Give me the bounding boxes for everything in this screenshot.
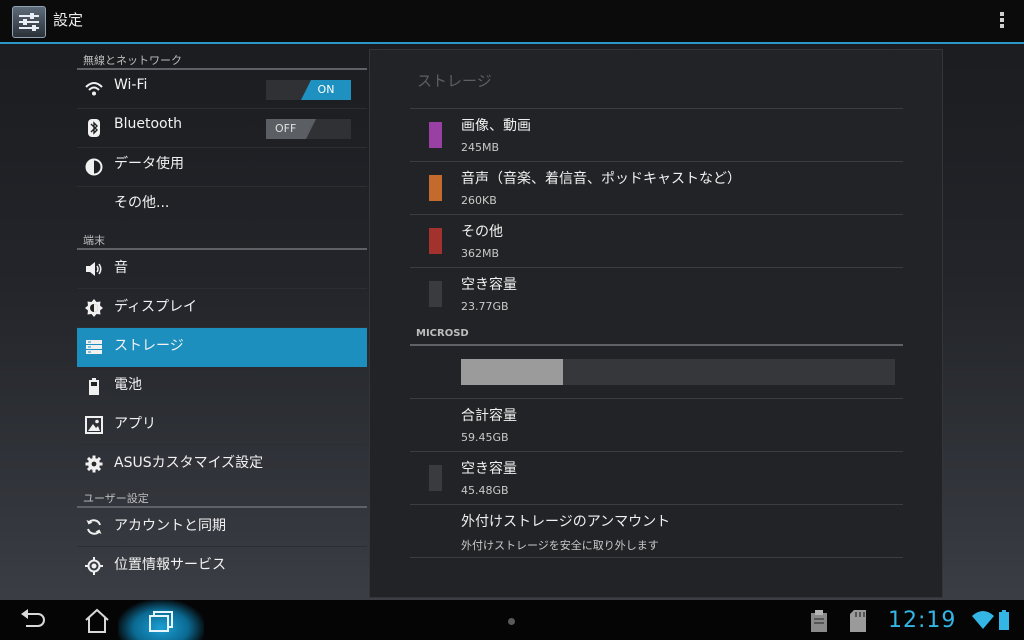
sidebar-item-label: アカウントと同期 [114, 518, 226, 534]
unmount-description: 外付けストレージを安全に取り外します [461, 539, 659, 552]
storage-row-sd-free: 空き容量 45.48GB [410, 452, 903, 505]
sidebar-item-label: その他... [114, 195, 170, 211]
sidebar-item-asus-customize[interactable]: ASUSカスタマイズ設定 [77, 445, 367, 484]
sidebar-item-bluetooth[interactable]: Bluetooth OFF [77, 109, 367, 148]
wifi-toggle[interactable]: ON [266, 80, 351, 100]
storage-row-value: 23.77GB [461, 300, 509, 313]
storage-row-value: 260KB [461, 194, 497, 207]
sidebar-item-storage[interactable]: ストレージ [77, 328, 367, 367]
wifi-icon [85, 82, 103, 96]
unmount-sd-button[interactable]: 外付けストレージのアンマウント 外付けストレージを安全に取り外します [410, 505, 903, 558]
sidebar-item-label: ディスプレイ [114, 299, 198, 315]
data-usage-icon [85, 158, 103, 176]
back-icon[interactable] [18, 608, 48, 634]
storage-row-label: 画像、動画 [461, 118, 531, 134]
clipboard-icon [811, 610, 827, 632]
battery-icon [89, 378, 99, 395]
sidebar-item-display[interactable]: ディスプレイ [77, 289, 367, 328]
storage-row-value: 362MB [461, 247, 500, 260]
speaker-icon [86, 262, 102, 276]
color-swatch [429, 228, 442, 254]
battery-status-icon [999, 610, 1009, 630]
storage-row-label: 空き容量 [461, 277, 517, 293]
storage-row-other: その他 362MB [410, 215, 903, 268]
sidebar-item-accounts-sync[interactable]: アカウントと同期 [77, 508, 367, 547]
recents-icon[interactable] [146, 608, 176, 634]
sidebar-item-label: 電池 [114, 377, 142, 393]
page-indicator-dot [508, 618, 515, 625]
section-header-wireless: 無線とネットワーク [77, 46, 367, 70]
settings-sliders-icon[interactable] [12, 6, 46, 38]
brightness-icon [85, 299, 103, 317]
color-swatch [429, 281, 442, 307]
sync-icon [86, 519, 102, 535]
storage-row-pictures: 画像、動画 245MB [410, 109, 903, 162]
settings-screen: 設定 無線とネットワーク Wi-Fi ON Bluetooth OFF データ使… [0, 0, 1024, 640]
storage-row-free: 空き容量 23.77GB [410, 268, 903, 321]
storage-detail-pane: ストレージ 画像、動画 245MB 音声（音楽、着信音、ポッドキャストなど） 2… [369, 49, 943, 598]
storage-list: 画像、動画 245MB 音声（音楽、着信音、ポッドキャストなど） 260KB そ… [410, 108, 903, 558]
sidebar-item-more[interactable]: その他... [77, 187, 367, 226]
apps-icon [85, 416, 103, 434]
sidebar-item-label: ASUSカスタマイズ設定 [114, 455, 264, 471]
sidebar-item-label: Wi-Fi [114, 77, 148, 93]
toggle-state: OFF [266, 119, 316, 139]
bluetooth-icon [88, 119, 100, 137]
toggle-state: ON [301, 80, 351, 100]
sidebar-item-label: アプリ [114, 416, 156, 432]
sidebar-item-wifi[interactable]: Wi-Fi ON [77, 70, 367, 109]
storage-row-total: 合計容量 59.45GB [410, 399, 903, 452]
home-icon[interactable] [82, 608, 112, 634]
pane-title: ストレージ [417, 72, 492, 90]
gear-icon [85, 455, 103, 473]
unmount-label: 外付けストレージのアンマウント [461, 514, 671, 530]
color-swatch [429, 465, 442, 491]
sidebar-item-battery[interactable]: 電池 [77, 367, 367, 406]
sidebar-item-label: データ使用 [114, 156, 184, 172]
sidebar-item-location[interactable]: 位置情報サービス [77, 547, 367, 586]
clock: 12:19 [888, 608, 957, 633]
page-title: 設定 [53, 11, 84, 29]
location-icon [85, 557, 103, 575]
storage-icon [86, 340, 102, 354]
microsd-usage-fill [461, 359, 563, 385]
sd-card-icon [850, 610, 866, 632]
storage-row-audio: 音声（音楽、着信音、ポッドキャストなど） 260KB [410, 162, 903, 215]
color-swatch [429, 175, 442, 201]
section-header-device: 端末 [77, 226, 367, 250]
storage-row-label: 合計容量 [461, 408, 517, 424]
sidebar-item-label: Bluetooth [114, 116, 182, 132]
bluetooth-toggle[interactable]: OFF [266, 119, 351, 139]
overflow-menu-icon[interactable] [998, 12, 1006, 32]
color-swatch [429, 122, 442, 148]
sidebar-item-data-usage[interactable]: データ使用 [77, 148, 367, 187]
sidebar-item-label: ストレージ [114, 338, 184, 354]
action-bar: 設定 [0, 0, 1024, 44]
storage-row-value: 59.45GB [461, 431, 509, 444]
sidebar-item-label: 位置情報サービス [114, 557, 226, 573]
section-header-microsd: MICROSD [410, 321, 903, 346]
sidebar-item-sound[interactable]: 音 [77, 250, 367, 289]
storage-row-value: 45.48GB [461, 484, 509, 497]
wifi-signal-icon [972, 611, 994, 629]
storage-row-label: 音声（音楽、着信音、ポッドキャストなど） [461, 171, 741, 187]
microsd-usage-row [410, 346, 903, 399]
storage-row-value: 245MB [461, 141, 500, 154]
storage-row-label: 空き容量 [461, 461, 517, 477]
sidebar-item-label: 音 [114, 260, 128, 276]
system-navigation-bar: 12:19 [0, 600, 1024, 640]
microsd-usage-bar [461, 359, 895, 385]
settings-sidebar: 無線とネットワーク Wi-Fi ON Bluetooth OFF データ使用 そ… [77, 46, 367, 598]
sidebar-item-apps[interactable]: アプリ [77, 406, 367, 445]
section-header-user: ユーザー設定 [77, 484, 367, 508]
storage-row-label: その他 [461, 224, 503, 240]
